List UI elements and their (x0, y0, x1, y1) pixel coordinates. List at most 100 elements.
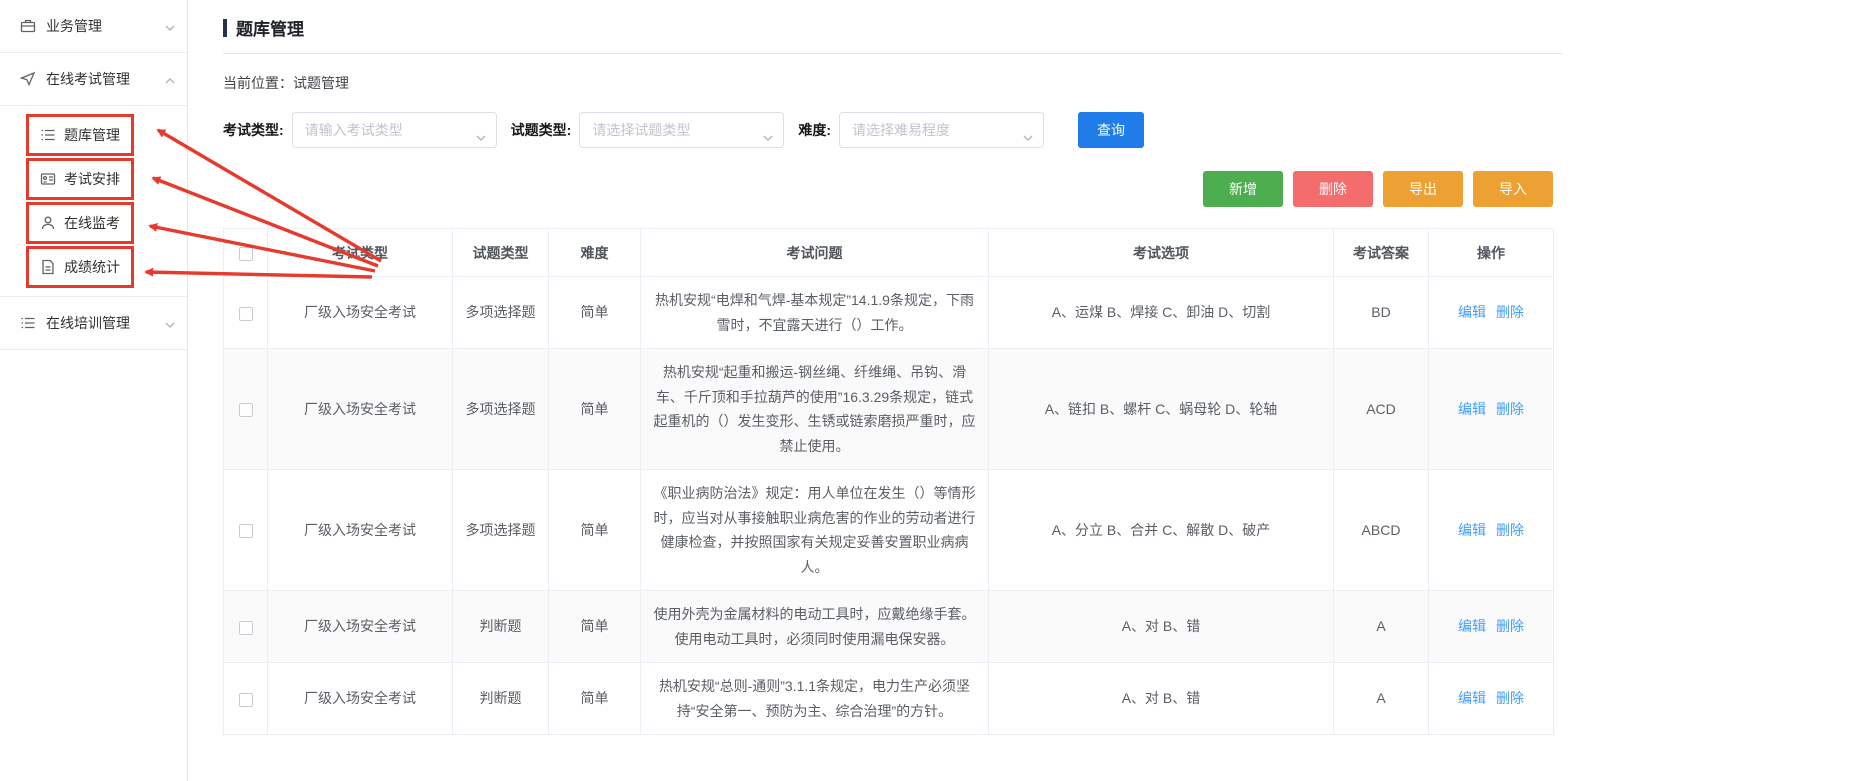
chevron-up-icon (165, 71, 175, 87)
cell-question: 热机安规“总则-通则”3.1.1条规定，电力生产必须坚持“安全第一、预防为主、综… (641, 663, 989, 735)
sidebar-item-score-statistics[interactable]: 成绩统计 (26, 246, 187, 286)
cell-difficulty: 简单 (549, 349, 641, 470)
sidebar-item-exam-schedule[interactable]: 考试安排 (26, 158, 187, 198)
sidebar-submenu: 题库管理 考试安排 在线监考 (0, 106, 187, 296)
annotation-box: 成绩统计 (26, 246, 134, 288)
cell-question-type: 多项选择题 (453, 277, 549, 349)
search-button[interactable]: 查询 (1078, 112, 1144, 148)
sidebar-item-label: 在线培训管理 (46, 313, 165, 333)
breadcrumb: 当前位置：试题管理 (223, 73, 1553, 93)
cell-answer: ACD (1334, 349, 1429, 470)
difficulty-select[interactable]: 请选择难易程度 (839, 112, 1044, 148)
sidebar-item-online-training-management[interactable]: 在线培训管理 (0, 297, 187, 349)
sidebar-item-label: 业务管理 (46, 16, 165, 36)
cell-difficulty: 简单 (549, 470, 641, 591)
cell-question: 《职业病防治法》规定：用人单位在发生（）等情形时，应当对从事接触职业病危害的作业… (641, 470, 989, 591)
user-icon (40, 215, 56, 231)
column-header: 考试问题 (641, 229, 989, 277)
select-all-checkbox[interactable] (239, 247, 253, 261)
sidebar-item-business-management[interactable]: 业务管理 (0, 0, 187, 52)
cell-answer: BD (1334, 277, 1429, 349)
row-checkbox[interactable] (239, 403, 253, 417)
cell-options: A、分立 B、合并 C、解散 D、破产 (989, 470, 1334, 591)
cell-exam-type: 厂级入场安全考试 (268, 470, 453, 591)
page: 业务管理 在线考试管理 题库管理 (0, 0, 1876, 781)
delete-link[interactable]: 删除 (1496, 618, 1524, 634)
sidebar-item-label: 题库管理 (64, 125, 120, 145)
cell-question-type: 多项选择题 (453, 470, 549, 591)
delete-link[interactable]: 删除 (1496, 690, 1524, 706)
sidebar-item-online-proctoring[interactable]: 在线监考 (26, 202, 187, 242)
filter-bar: 考试类型: 请输入考试类型 试题类型: 请选择试题类型 难度: 请选择难易 (223, 112, 1553, 148)
edit-link[interactable]: 编辑 (1458, 690, 1486, 706)
edit-link[interactable]: 编辑 (1458, 618, 1486, 634)
edit-link[interactable]: 编辑 (1458, 522, 1486, 538)
cell-answer: A (1334, 663, 1429, 735)
add-button[interactable]: 新增 (1203, 171, 1283, 207)
sidebar: 业务管理 在线考试管理 题库管理 (0, 0, 188, 781)
title-accent-bar (223, 19, 227, 37)
table-body: 厂级入场安全考试多项选择题简单热机安规“电焊和气焊-基本规定”14.1.9条规定… (224, 277, 1554, 735)
chevron-down-icon (165, 315, 175, 331)
annotation-box: 考试安排 (26, 158, 134, 200)
exam-type-label: 考试类型: (223, 120, 284, 140)
chevron-down-icon (763, 128, 773, 146)
cell-question-type: 判断题 (453, 591, 549, 663)
edit-link[interactable]: 编辑 (1458, 304, 1486, 320)
column-header: 难度 (549, 229, 641, 277)
delete-button[interactable]: 删除 (1293, 171, 1373, 207)
cell-exam-type: 厂级入场安全考试 (268, 591, 453, 663)
row-checkbox[interactable] (239, 693, 253, 707)
cell-options: A、对 B、错 (989, 663, 1334, 735)
cell-question-type: 多项选择题 (453, 349, 549, 470)
chevron-down-icon (476, 128, 486, 146)
row-checkbox[interactable] (239, 307, 253, 321)
cell-exam-type: 厂级入场安全考试 (268, 349, 453, 470)
column-header: 考试选项 (989, 229, 1334, 277)
sidebar-item-label: 成绩统计 (64, 257, 120, 277)
sidebar-divider (0, 349, 187, 350)
row-checkbox[interactable] (239, 621, 253, 635)
cell-options: A、运煤 B、焊接 C、卸油 D、切割 (989, 277, 1334, 349)
sidebar-item-label: 考试安排 (64, 169, 120, 189)
list-icon (20, 315, 36, 331)
question-type-label: 试题类型: (511, 120, 572, 140)
cell-question: 热机安规“起重和搬运-钢丝绳、纤维绳、吊钩、滑车、千斤顶和手拉葫芦的使用”16.… (641, 349, 989, 470)
delete-link[interactable]: 删除 (1496, 522, 1524, 538)
question-type-select[interactable]: 请选择试题类型 (579, 112, 784, 148)
cell-difficulty: 简单 (549, 663, 641, 735)
exam-type-select[interactable]: 请输入考试类型 (292, 112, 497, 148)
import-button[interactable]: 导入 (1473, 171, 1553, 207)
cell-options: A、链扣 B、螺杆 C、蜗母轮 D、轮轴 (989, 349, 1334, 470)
send-icon (20, 71, 36, 87)
chevron-down-icon (1023, 128, 1033, 146)
annotation-box: 题库管理 (26, 114, 134, 156)
column-header: 试题类型 (453, 229, 549, 277)
header-checkbox-cell (224, 229, 268, 277)
sidebar-item-online-exam-management[interactable]: 在线考试管理 (0, 53, 187, 105)
table-row: 厂级入场安全考试判断题简单热机安规“总则-通则”3.1.1条规定，电力生产必须坚… (224, 663, 1554, 735)
table-row: 厂级入场安全考试多项选择题简单热机安规“电焊和气焊-基本规定”14.1.9条规定… (224, 277, 1554, 349)
cell-exam-type: 厂级入场安全考试 (268, 277, 453, 349)
edit-link[interactable]: 编辑 (1458, 401, 1486, 417)
cell-difficulty: 简单 (549, 591, 641, 663)
id-card-icon (40, 171, 56, 187)
table-row: 厂级入场安全考试多项选择题简单《职业病防治法》规定：用人单位在发生（）等情形时，… (224, 470, 1554, 591)
cell-answer: ABCD (1334, 470, 1429, 591)
sidebar-item-question-bank[interactable]: 题库管理 (26, 114, 187, 154)
annotation-box: 在线监考 (26, 202, 134, 244)
row-checkbox[interactable] (239, 524, 253, 538)
export-button[interactable]: 导出 (1383, 171, 1463, 207)
table-row: 厂级入场安全考试判断题简单使用外壳为金属材料的电动工具时，应戴绝缘手套。使用电动… (224, 591, 1554, 663)
title-divider (223, 53, 1563, 54)
cell-question: 使用外壳为金属材料的电动工具时，应戴绝缘手套。使用电动工具时，必须同时使用漏电保… (641, 591, 989, 663)
cell-options: A、对 B、错 (989, 591, 1334, 663)
difficulty-label: 难度: (798, 120, 831, 140)
cell-exam-type: 厂级入场安全考试 (268, 663, 453, 735)
sidebar-item-label: 在线监考 (64, 213, 120, 233)
delete-link[interactable]: 删除 (1496, 304, 1524, 320)
table-header-row: 考试类型 试题类型 难度 考试问题 考试选项 考试答案 操作 (224, 229, 1554, 277)
chevron-down-icon (165, 18, 175, 34)
delete-link[interactable]: 删除 (1496, 401, 1524, 417)
document-icon (40, 259, 56, 275)
